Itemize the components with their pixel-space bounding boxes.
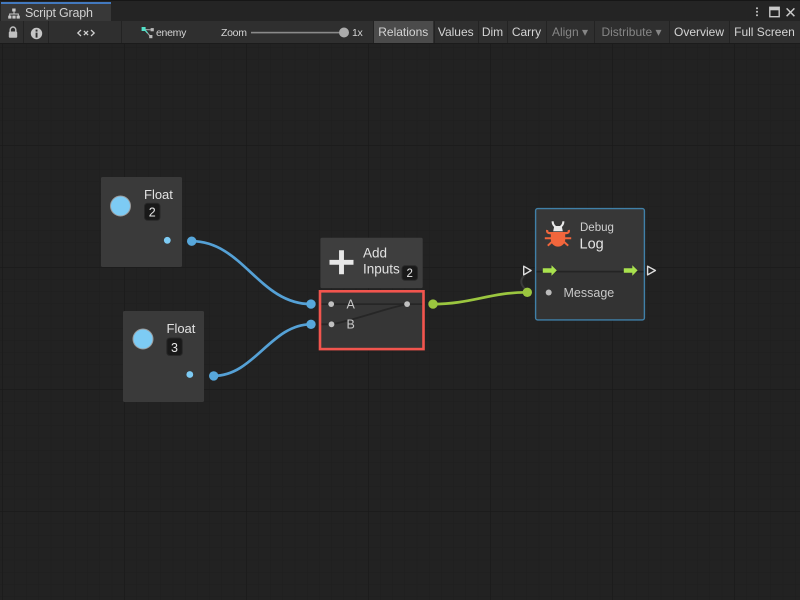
svg-text:Message: Message (564, 286, 615, 300)
svg-text:Float: Float (167, 321, 196, 336)
svg-text:2: 2 (149, 206, 156, 220)
svg-text:3: 3 (171, 341, 178, 355)
svg-text:2: 2 (406, 268, 412, 280)
svg-text:Add: Add (363, 246, 387, 261)
svg-text:B: B (347, 318, 355, 332)
svg-text:A: A (347, 297, 356, 311)
svg-text:Inputs: Inputs (363, 262, 400, 277)
svg-text:Float: Float (144, 187, 173, 202)
svg-text:Log: Log (580, 237, 604, 253)
svg-text:Debug: Debug (580, 222, 614, 234)
